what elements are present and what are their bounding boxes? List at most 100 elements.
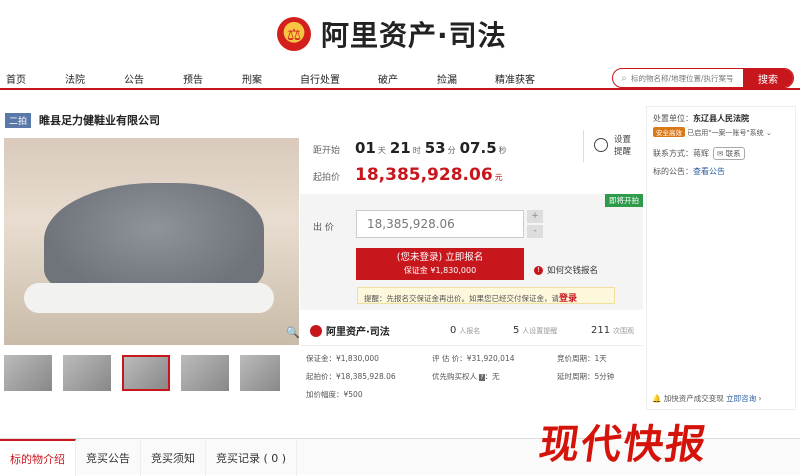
- start-price: 起拍价 18,385,928.06 元: [313, 165, 503, 185]
- countdown-minute-unit: 分: [447, 146, 456, 155]
- bid-input[interactable]: 18,385,928.06: [356, 210, 524, 238]
- contact-button-label: 联系: [725, 149, 741, 158]
- brand-name: 阿里资产·司法: [321, 19, 507, 52]
- shoe-photo: [44, 183, 264, 298]
- how-to-pay-label: 如何交钱报名: [547, 266, 599, 276]
- register-button[interactable]: (您未登录) 立即报名 保证金 ¥1,830,000: [356, 248, 524, 280]
- increase-button[interactable]: +: [527, 210, 543, 223]
- priority-label: 优先购买权人: [432, 372, 477, 381]
- notice-label: 标的公告：: [653, 167, 693, 176]
- tab-bid-records[interactable]: 竞买记录 ( 0 ): [206, 439, 298, 476]
- info-icon: !: [534, 265, 543, 275]
- view-number: 211: [591, 325, 611, 336]
- nav-item-bargains[interactable]: 捡漏: [437, 71, 457, 86]
- countdown-label: 距开始: [313, 146, 341, 156]
- unit-label: 处置单位：: [653, 114, 693, 123]
- view-notice-link[interactable]: 查看公告: [693, 167, 725, 176]
- security-row: 安全高效 已启用"一案一账号"系统 ⌄: [653, 127, 772, 138]
- countdown-minutes: 53: [424, 139, 446, 157]
- search-input[interactable]: [631, 73, 743, 83]
- countdown-hours: 21: [389, 139, 411, 157]
- search-icon: ⌕: [621, 72, 627, 84]
- court-name[interactable]: 东辽县人民法院: [693, 114, 749, 123]
- chevron-down-icon[interactable]: ⌄: [766, 129, 772, 137]
- countdown-day-unit: 天: [377, 146, 386, 155]
- mini-brand: 阿里资产·司法: [310, 323, 390, 338]
- increment-detail: 加价幅度：¥500: [306, 390, 363, 399]
- reminder-number: 5: [513, 325, 520, 336]
- thumbnail[interactable]: [4, 355, 52, 391]
- notice-text: 提醒：先报名交保证金再出价。如果您已经交付保证金，请: [364, 294, 559, 303]
- consult-text: 加快资产成交变现: [663, 394, 724, 403]
- zoom-icon[interactable]: 🔍: [286, 326, 300, 339]
- brand-logo[interactable]: ⚖ 阿里资产·司法: [277, 14, 507, 54]
- nav-item-announcements[interactable]: 公告: [124, 71, 144, 86]
- consult-link[interactable]: 立即咨询: [726, 394, 756, 403]
- start-price-value: 18,385,928.06: [355, 165, 493, 185]
- set-reminder-button[interactable]: 设置提醒: [583, 130, 638, 162]
- countdown-hour-unit: 时: [412, 146, 421, 155]
- remind-label: 设置提醒: [614, 135, 632, 157]
- tab-item-intro[interactable]: 标的物介绍: [0, 439, 76, 476]
- newspaper-watermark: 现代快报: [536, 421, 711, 468]
- start-price-label: 起拍价: [313, 173, 341, 183]
- login-notice: 提醒：先报名交保证金再出价。如果您已经交付保证金，请登录: [357, 287, 615, 304]
- reminder-label: 人设置提醒: [522, 327, 558, 335]
- reminder-count: 5 人设置提醒: [513, 325, 557, 336]
- clock-icon: [594, 138, 608, 152]
- signup-count: 0 人报名: [450, 325, 480, 336]
- start-price-unit: 元: [494, 173, 503, 182]
- contact-button[interactable]: ✉ 联系: [713, 147, 745, 160]
- nav-item-home[interactable]: 首页: [6, 71, 26, 86]
- shoe-sole: [24, 283, 274, 313]
- view-count: 211 次围观: [591, 325, 634, 336]
- signup-number: 0: [450, 325, 457, 336]
- nav-item-criminal[interactable]: 刑案: [242, 71, 262, 86]
- priority-value: ：无: [484, 372, 500, 381]
- nav-item-preview[interactable]: 预告: [183, 71, 203, 86]
- search-bar: ⌕ 搜索: [612, 68, 794, 88]
- countdown-days: 01: [355, 139, 376, 157]
- login-link[interactable]: 登录: [559, 294, 577, 304]
- tab-auction-rules[interactable]: 竞买须知: [141, 439, 206, 476]
- main-nav: 首页 法院 公告 预告 刑案 自行处置 破产 捡漏 精准获客 ⌕ 搜索: [0, 66, 800, 90]
- countdown: 距开始 01 天 21 时 53 分 07.5 秒: [313, 139, 511, 157]
- contact-row: 联系方式：蒋辉 ✉ 联系: [653, 147, 745, 160]
- court-emblem-icon: ⚖: [277, 17, 311, 51]
- deposit-detail: 保证金：¥1,830,000: [306, 354, 379, 363]
- thumbnail[interactable]: [63, 355, 111, 391]
- stats-bar: 阿里资产·司法 0 人报名 5 人设置提醒 211 次围观: [300, 316, 643, 346]
- decrease-button[interactable]: -: [527, 225, 543, 238]
- deposit-amount: 保证金 ¥1,830,000: [403, 266, 477, 275]
- disposal-unit: 处置单位：东辽县人民法院: [653, 113, 749, 124]
- notice-row: 标的公告：查看公告: [653, 166, 725, 177]
- thumbnail[interactable]: [181, 355, 229, 391]
- nav-item-self-disposal[interactable]: 自行处置: [300, 71, 340, 86]
- how-to-pay-link[interactable]: ! 如何交钱报名: [534, 264, 598, 276]
- thumbnail[interactable]: [240, 355, 280, 391]
- countdown-seconds: 07.5: [459, 139, 497, 157]
- nav-item-precision[interactable]: 精准获客: [495, 71, 535, 86]
- court-sidebar: 处置单位：东辽县人民法院 安全高效 已启用"一案一账号"系统 ⌄ 联系方式：蒋辉…: [646, 106, 796, 410]
- priority-detail: 优先购买权人 ?：无: [432, 371, 500, 382]
- countdown-second-unit: 秒: [498, 146, 507, 155]
- consult-row: 🔔 加快资产成交变现 立即咨询 ›: [646, 393, 796, 404]
- search-button[interactable]: 搜索: [743, 69, 793, 87]
- main-product-image[interactable]: [4, 138, 299, 345]
- item-header: 二拍 睢县足力健鞋业有限公司: [5, 112, 160, 128]
- security-text: 已启用"一案一账号"系统: [687, 129, 764, 137]
- court-emblem-icon: [310, 324, 322, 337]
- bell-icon: 🔔: [652, 394, 662, 403]
- round-badge: 二拍: [5, 112, 32, 128]
- chat-icon: ✉: [717, 149, 724, 158]
- delay-detail: 延时周期：5分钟: [557, 372, 615, 381]
- nav-item-courts[interactable]: 法院: [65, 71, 85, 86]
- site-header: ⚖ 阿里资产·司法: [0, 0, 800, 66]
- item-title: 睢县足力健鞋业有限公司: [39, 114, 161, 127]
- thumbnail-strip: [4, 355, 280, 391]
- nav-item-bankruptcy[interactable]: 破产: [378, 71, 398, 86]
- register-button-label: (您未登录) 立即报名: [396, 252, 484, 263]
- contact-label: 联系方式：: [653, 149, 693, 158]
- thumbnail-active[interactable]: [122, 355, 170, 391]
- tab-auction-notice[interactable]: 竞买公告: [76, 439, 141, 476]
